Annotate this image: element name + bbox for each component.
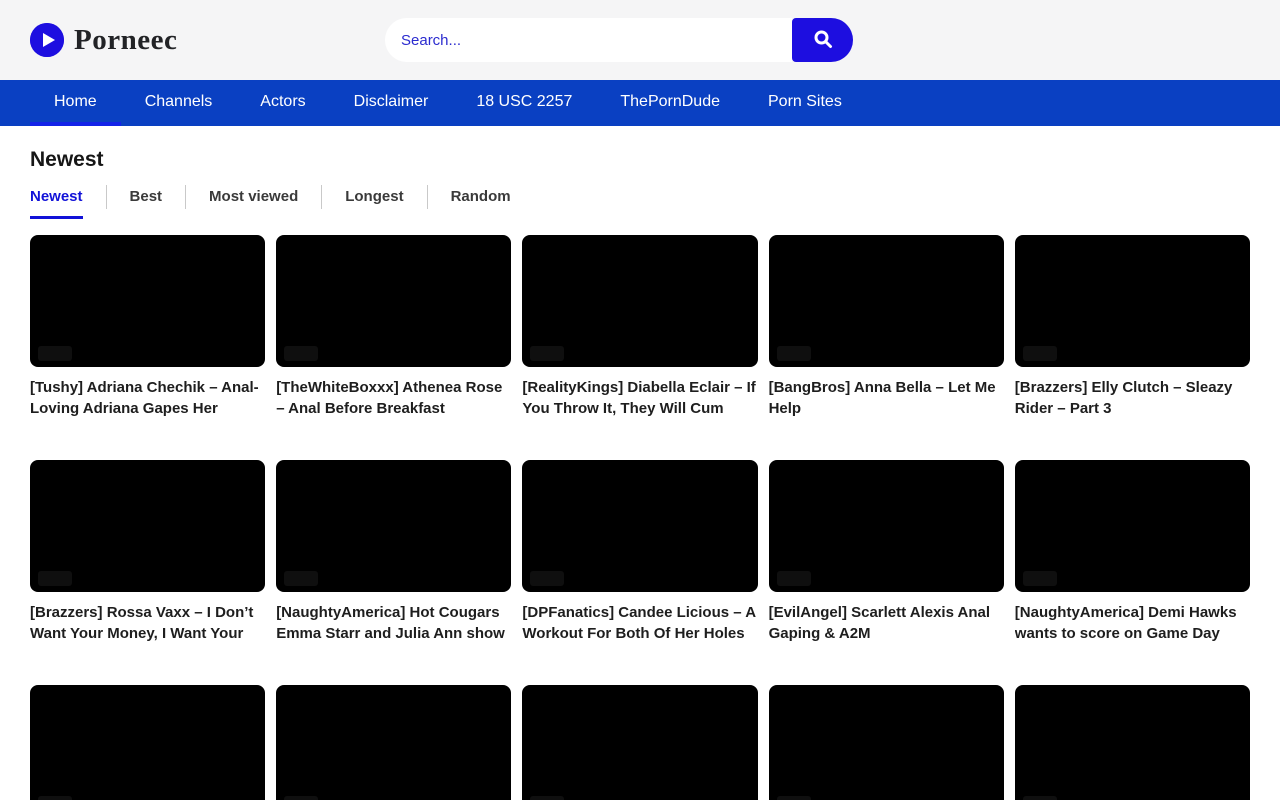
video-card[interactable] [769,685,1004,800]
video-thumbnail[interactable] [276,460,511,592]
video-thumbnail[interactable] [30,460,265,592]
video-card[interactable]: [TheWhiteBoxxx] Athenea Rose – Anal Befo… [276,235,511,419]
tab-best[interactable]: Best [106,185,186,209]
tab-newest[interactable]: Newest [30,185,106,209]
video-title[interactable]: [Brazzers] Elly Clutch – Sleazy Rider – … [1015,377,1250,419]
video-thumbnail[interactable] [522,685,757,800]
sort-tabs: Newest Best Most viewed Longest Random [30,185,1250,209]
duration-badge [284,346,318,361]
duration-badge [530,346,564,361]
duration-badge [530,571,564,586]
video-title[interactable]: [EvilAngel] Scarlett Alexis Anal Gaping … [769,602,1004,644]
video-thumbnail[interactable] [1015,685,1250,800]
video-card[interactable]: [NaughtyAmerica] Demi Hawks wants to sco… [1015,460,1250,644]
video-title[interactable]: [DPFanatics] Candee Licious – A Workout … [522,602,757,644]
video-thumbnail[interactable] [276,685,511,800]
main-nav: Home Channels Actors Disclaimer 18 USC 2… [0,80,1280,126]
duration-badge [284,571,318,586]
video-card[interactable]: [NaughtyAmerica] Hot Cougars Emma Starr … [276,460,511,644]
main-content: Newest Newest Best Most viewed Longest R… [0,148,1280,800]
video-thumbnail[interactable] [522,460,757,592]
video-card[interactable] [30,685,265,800]
video-card[interactable] [276,685,511,800]
nav-item-actors[interactable]: Actors [236,80,329,126]
search-input[interactable] [385,18,792,62]
nav-item-home[interactable]: Home [30,80,121,126]
duration-badge [38,571,72,586]
duration-badge [777,571,811,586]
video-title[interactable]: [RealityKings] Diabella Eclair – If You … [522,377,757,419]
video-thumbnail[interactable] [522,235,757,367]
video-thumbnail[interactable] [276,235,511,367]
duration-badge [1023,571,1057,586]
duration-badge [777,796,811,800]
nav-item-18-usc-2257[interactable]: 18 USC 2257 [452,80,596,126]
nav-item-channels[interactable]: Channels [121,80,237,126]
video-thumbnail[interactable] [1015,460,1250,592]
video-thumbnail[interactable] [1015,235,1250,367]
play-icon [30,23,64,57]
duration-badge [38,346,72,361]
duration-badge [1023,346,1057,361]
nav-item-theporndude[interactable]: ThePornDude [596,80,744,126]
video-card[interactable] [522,685,757,800]
video-card[interactable]: [EvilAngel] Scarlett Alexis Anal Gaping … [769,460,1004,644]
duration-badge [530,796,564,800]
video-title[interactable]: [Brazzers] Rossa Vaxx – I Don’t Want You… [30,602,265,644]
video-card[interactable]: [Tushy] Adriana Chechik – Anal-Loving Ad… [30,235,265,419]
brand-logo[interactable]: Porneec [30,0,177,80]
duration-badge [1023,796,1057,800]
video-thumbnail[interactable] [769,685,1004,800]
duration-badge [284,796,318,800]
tab-longest[interactable]: Longest [321,185,426,209]
search-icon [812,28,834,53]
duration-badge [777,346,811,361]
video-title[interactable]: [NaughtyAmerica] Demi Hawks wants to sco… [1015,602,1250,644]
video-card[interactable] [1015,685,1250,800]
duration-badge [38,796,72,800]
site-header: Porneec [0,0,1280,80]
tab-most-viewed[interactable]: Most viewed [185,185,321,209]
video-title[interactable]: [TheWhiteBoxxx] Athenea Rose – Anal Befo… [276,377,511,419]
video-title[interactable]: [BangBros] Anna Bella – Let Me Help [769,377,1004,419]
video-card[interactable]: [DPFanatics] Candee Licious – A Workout … [522,460,757,644]
video-card[interactable]: [RealityKings] Diabella Eclair – If You … [522,235,757,419]
video-title[interactable]: [Tushy] Adriana Chechik – Anal-Loving Ad… [30,377,265,419]
page-title: Newest [30,148,1250,172]
video-thumbnail[interactable] [30,235,265,367]
search-form [385,18,853,62]
video-title[interactable]: [NaughtyAmerica] Hot Cougars Emma Starr … [276,602,511,644]
nav-item-porn-sites[interactable]: Porn Sites [744,80,866,126]
video-card[interactable]: [BangBros] Anna Bella – Let Me Help [769,235,1004,419]
search-button[interactable] [792,18,853,62]
tab-random[interactable]: Random [427,185,534,209]
nav-item-disclaimer[interactable]: Disclaimer [330,80,453,126]
video-card[interactable]: [Brazzers] Elly Clutch – Sleazy Rider – … [1015,235,1250,419]
brand-name: Porneec [74,24,177,57]
video-thumbnail[interactable] [30,685,265,800]
video-grid: [Tushy] Adriana Chechik – Anal-Loving Ad… [30,235,1250,800]
video-card[interactable]: [Brazzers] Rossa Vaxx – I Don’t Want You… [30,460,265,644]
video-thumbnail[interactable] [769,235,1004,367]
video-thumbnail[interactable] [769,460,1004,592]
